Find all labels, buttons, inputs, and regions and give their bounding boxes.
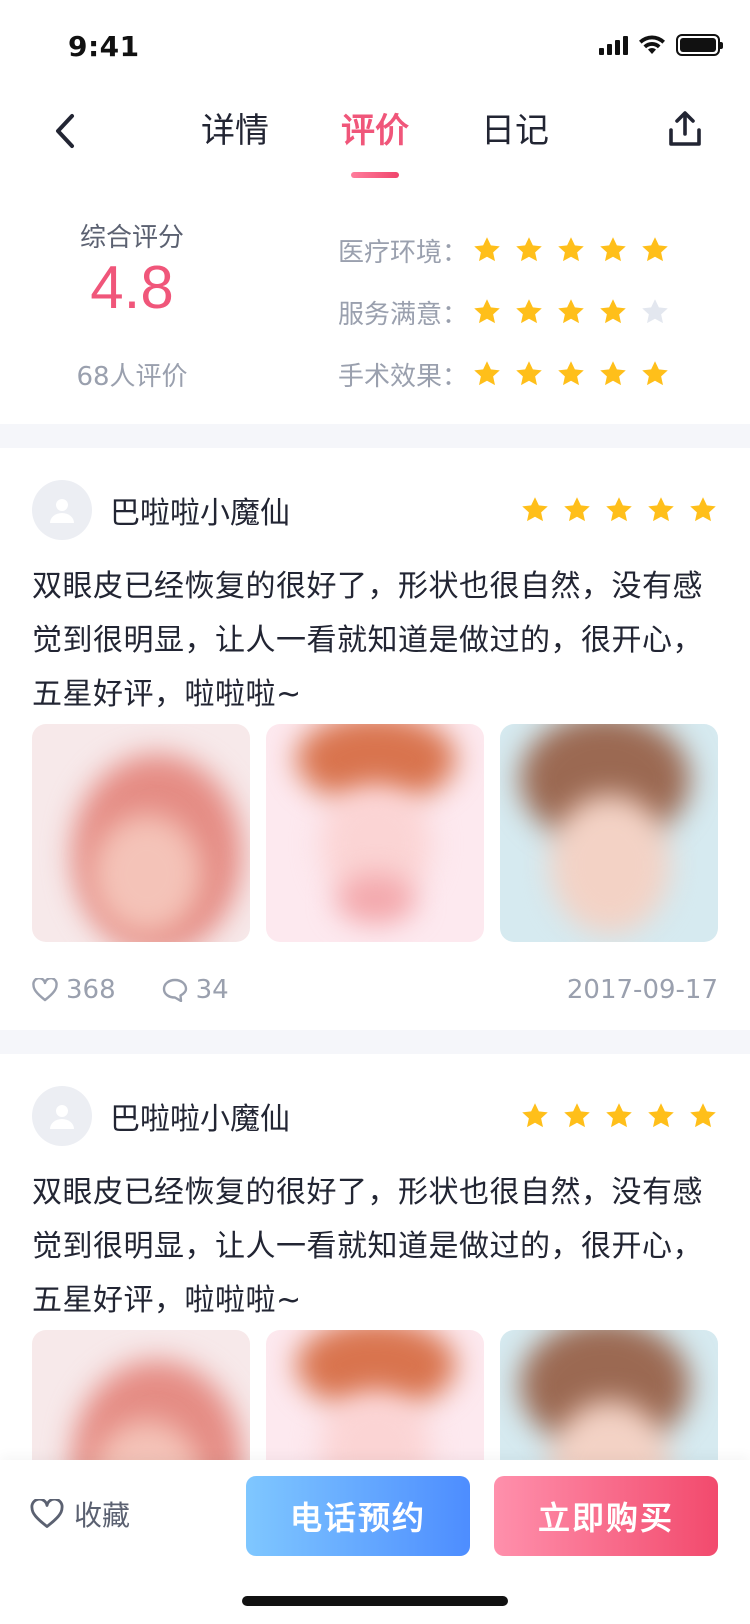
- comment-button[interactable]: 34: [162, 975, 229, 1005]
- avatar[interactable]: [32, 1086, 92, 1146]
- category-ratings: 医疗环境： 服务满意： 手术效果：: [338, 219, 670, 405]
- star-filled-icon: [522, 1103, 548, 1128]
- comment-count: 34: [195, 975, 229, 1005]
- star-filled-icon: [606, 497, 632, 522]
- star-filled-icon: [474, 361, 500, 386]
- rating-summary: 综合评分 4.8 68人评价 医疗环境： 服务满意： 手术效果：: [0, 205, 750, 440]
- star-filled-icon: [642, 361, 668, 386]
- review-text: 双眼皮已经恢复的很好了，形状也很自然，没有感觉到很明显，让人一看就知道是做过的，…: [32, 569, 703, 712]
- star-filled-icon: [516, 237, 542, 262]
- star-rating: [472, 297, 670, 327]
- review-username[interactable]: 巴啦啦小魔仙: [110, 1094, 520, 1138]
- nav-bar: 详情 评价 日记: [0, 88, 750, 188]
- home-indicator: [242, 1596, 508, 1606]
- status-icons: [599, 34, 723, 56]
- cellular-signal-icon: [599, 35, 628, 55]
- favorite-button[interactable]: 收藏: [30, 1496, 130, 1532]
- star-filled-icon: [600, 299, 626, 324]
- category-label: 医疗环境：: [338, 237, 469, 268]
- star-filled-icon: [600, 361, 626, 386]
- active-tab-indicator: [351, 172, 399, 178]
- star-filled-icon: [690, 497, 716, 522]
- category-rating-row: 服务满意：: [338, 281, 670, 343]
- review-meta: 368 34 2017-09-17: [32, 970, 718, 1010]
- star-filled-icon: [642, 237, 668, 262]
- star-filled-icon: [564, 497, 590, 522]
- review-text: 双眼皮已经恢复的很好了，形状也很自然，没有感觉到很明显，让人一看就知道是做过的，…: [32, 1175, 703, 1318]
- tab-bar: 详情 评价 日记: [0, 106, 750, 178]
- star-filled-icon: [516, 361, 542, 386]
- star-filled-icon: [558, 361, 584, 386]
- category-label: 服务满意：: [338, 299, 469, 330]
- star-filled-icon: [474, 299, 500, 324]
- star-filled-icon: [558, 237, 584, 262]
- review-count: 68人评价: [76, 362, 188, 392]
- section-divider: [0, 1030, 750, 1054]
- avatar[interactable]: [32, 480, 92, 540]
- tab-diary[interactable]: 日记: [481, 106, 549, 156]
- star-filled-icon: [690, 1103, 716, 1128]
- overall-rating-label: 综合评分: [79, 223, 184, 253]
- review-photo[interactable]: [32, 1330, 250, 1460]
- review-star-rating: [520, 495, 718, 525]
- section-divider: [0, 424, 750, 448]
- category-label: 手术效果：: [338, 361, 469, 392]
- overall-rating-score: 4.8: [90, 254, 174, 321]
- battery-icon: [676, 34, 723, 56]
- star-filled-icon: [606, 1103, 632, 1128]
- bottom-action-bar: 收藏 电话预约 立即购买: [0, 1460, 750, 1624]
- star-filled-icon: [564, 1103, 590, 1128]
- review-photo[interactable]: [32, 724, 250, 942]
- category-rating-row: 手术效果：: [338, 343, 670, 405]
- wifi-icon: [639, 35, 665, 54]
- user-icon: [50, 499, 74, 523]
- review-header: 巴啦啦小魔仙: [32, 1086, 718, 1146]
- review-card: 巴啦啦小魔仙 双眼皮已经恢复的很好了，形状也很自然，没有感觉到很明显，让人一看就…: [0, 1054, 750, 1460]
- phone-booking-button[interactable]: 电话预约: [246, 1476, 470, 1556]
- favorite-label: 收藏: [74, 1499, 131, 1532]
- star-filled-icon: [522, 497, 548, 522]
- category-rating-row: 医疗环境：: [338, 219, 670, 281]
- star-rating: [472, 235, 670, 265]
- review-photo[interactable]: [500, 1330, 718, 1460]
- like-button[interactable]: 368: [32, 975, 116, 1005]
- star-filled-icon: [600, 237, 626, 262]
- status-time: 9:41: [68, 30, 140, 63]
- review-photo[interactable]: [266, 724, 484, 942]
- review-username[interactable]: 巴啦啦小魔仙: [110, 488, 520, 532]
- overall-rating: 综合评分 4.8 68人评价: [62, 217, 202, 393]
- heart-icon: [32, 978, 58, 1002]
- buy-now-button[interactable]: 立即购买: [494, 1476, 718, 1556]
- heart-outline-icon: [30, 1499, 64, 1528]
- review-star-rating: [520, 1101, 718, 1131]
- review-header: 巴啦啦小魔仙: [32, 480, 718, 540]
- star-filled-icon: [558, 299, 584, 324]
- review-photo[interactable]: [266, 1330, 484, 1460]
- share-icon: [669, 111, 701, 146]
- user-icon: [50, 1105, 74, 1129]
- tab-details[interactable]: 详情: [201, 106, 269, 156]
- review-photos: [32, 1330, 718, 1460]
- star-rating: [472, 359, 670, 389]
- review-photos: [32, 724, 718, 942]
- review-card: 巴啦啦小魔仙 双眼皮已经恢复的很好了，形状也很自然，没有感觉到很明显，让人一看就…: [0, 448, 750, 1030]
- star-empty-icon: [642, 299, 668, 324]
- share-button[interactable]: [660, 104, 710, 154]
- like-count: 368: [66, 975, 116, 1005]
- status-bar: 9:41: [0, 0, 750, 88]
- star-filled-icon: [516, 299, 542, 324]
- review-photo[interactable]: [500, 724, 718, 942]
- tab-reviews[interactable]: 评价: [341, 106, 409, 178]
- comment-icon: [162, 978, 187, 1002]
- star-filled-icon: [474, 237, 500, 262]
- star-filled-icon: [648, 1103, 674, 1128]
- review-date: 2017-09-17: [566, 975, 718, 1005]
- star-filled-icon: [648, 497, 674, 522]
